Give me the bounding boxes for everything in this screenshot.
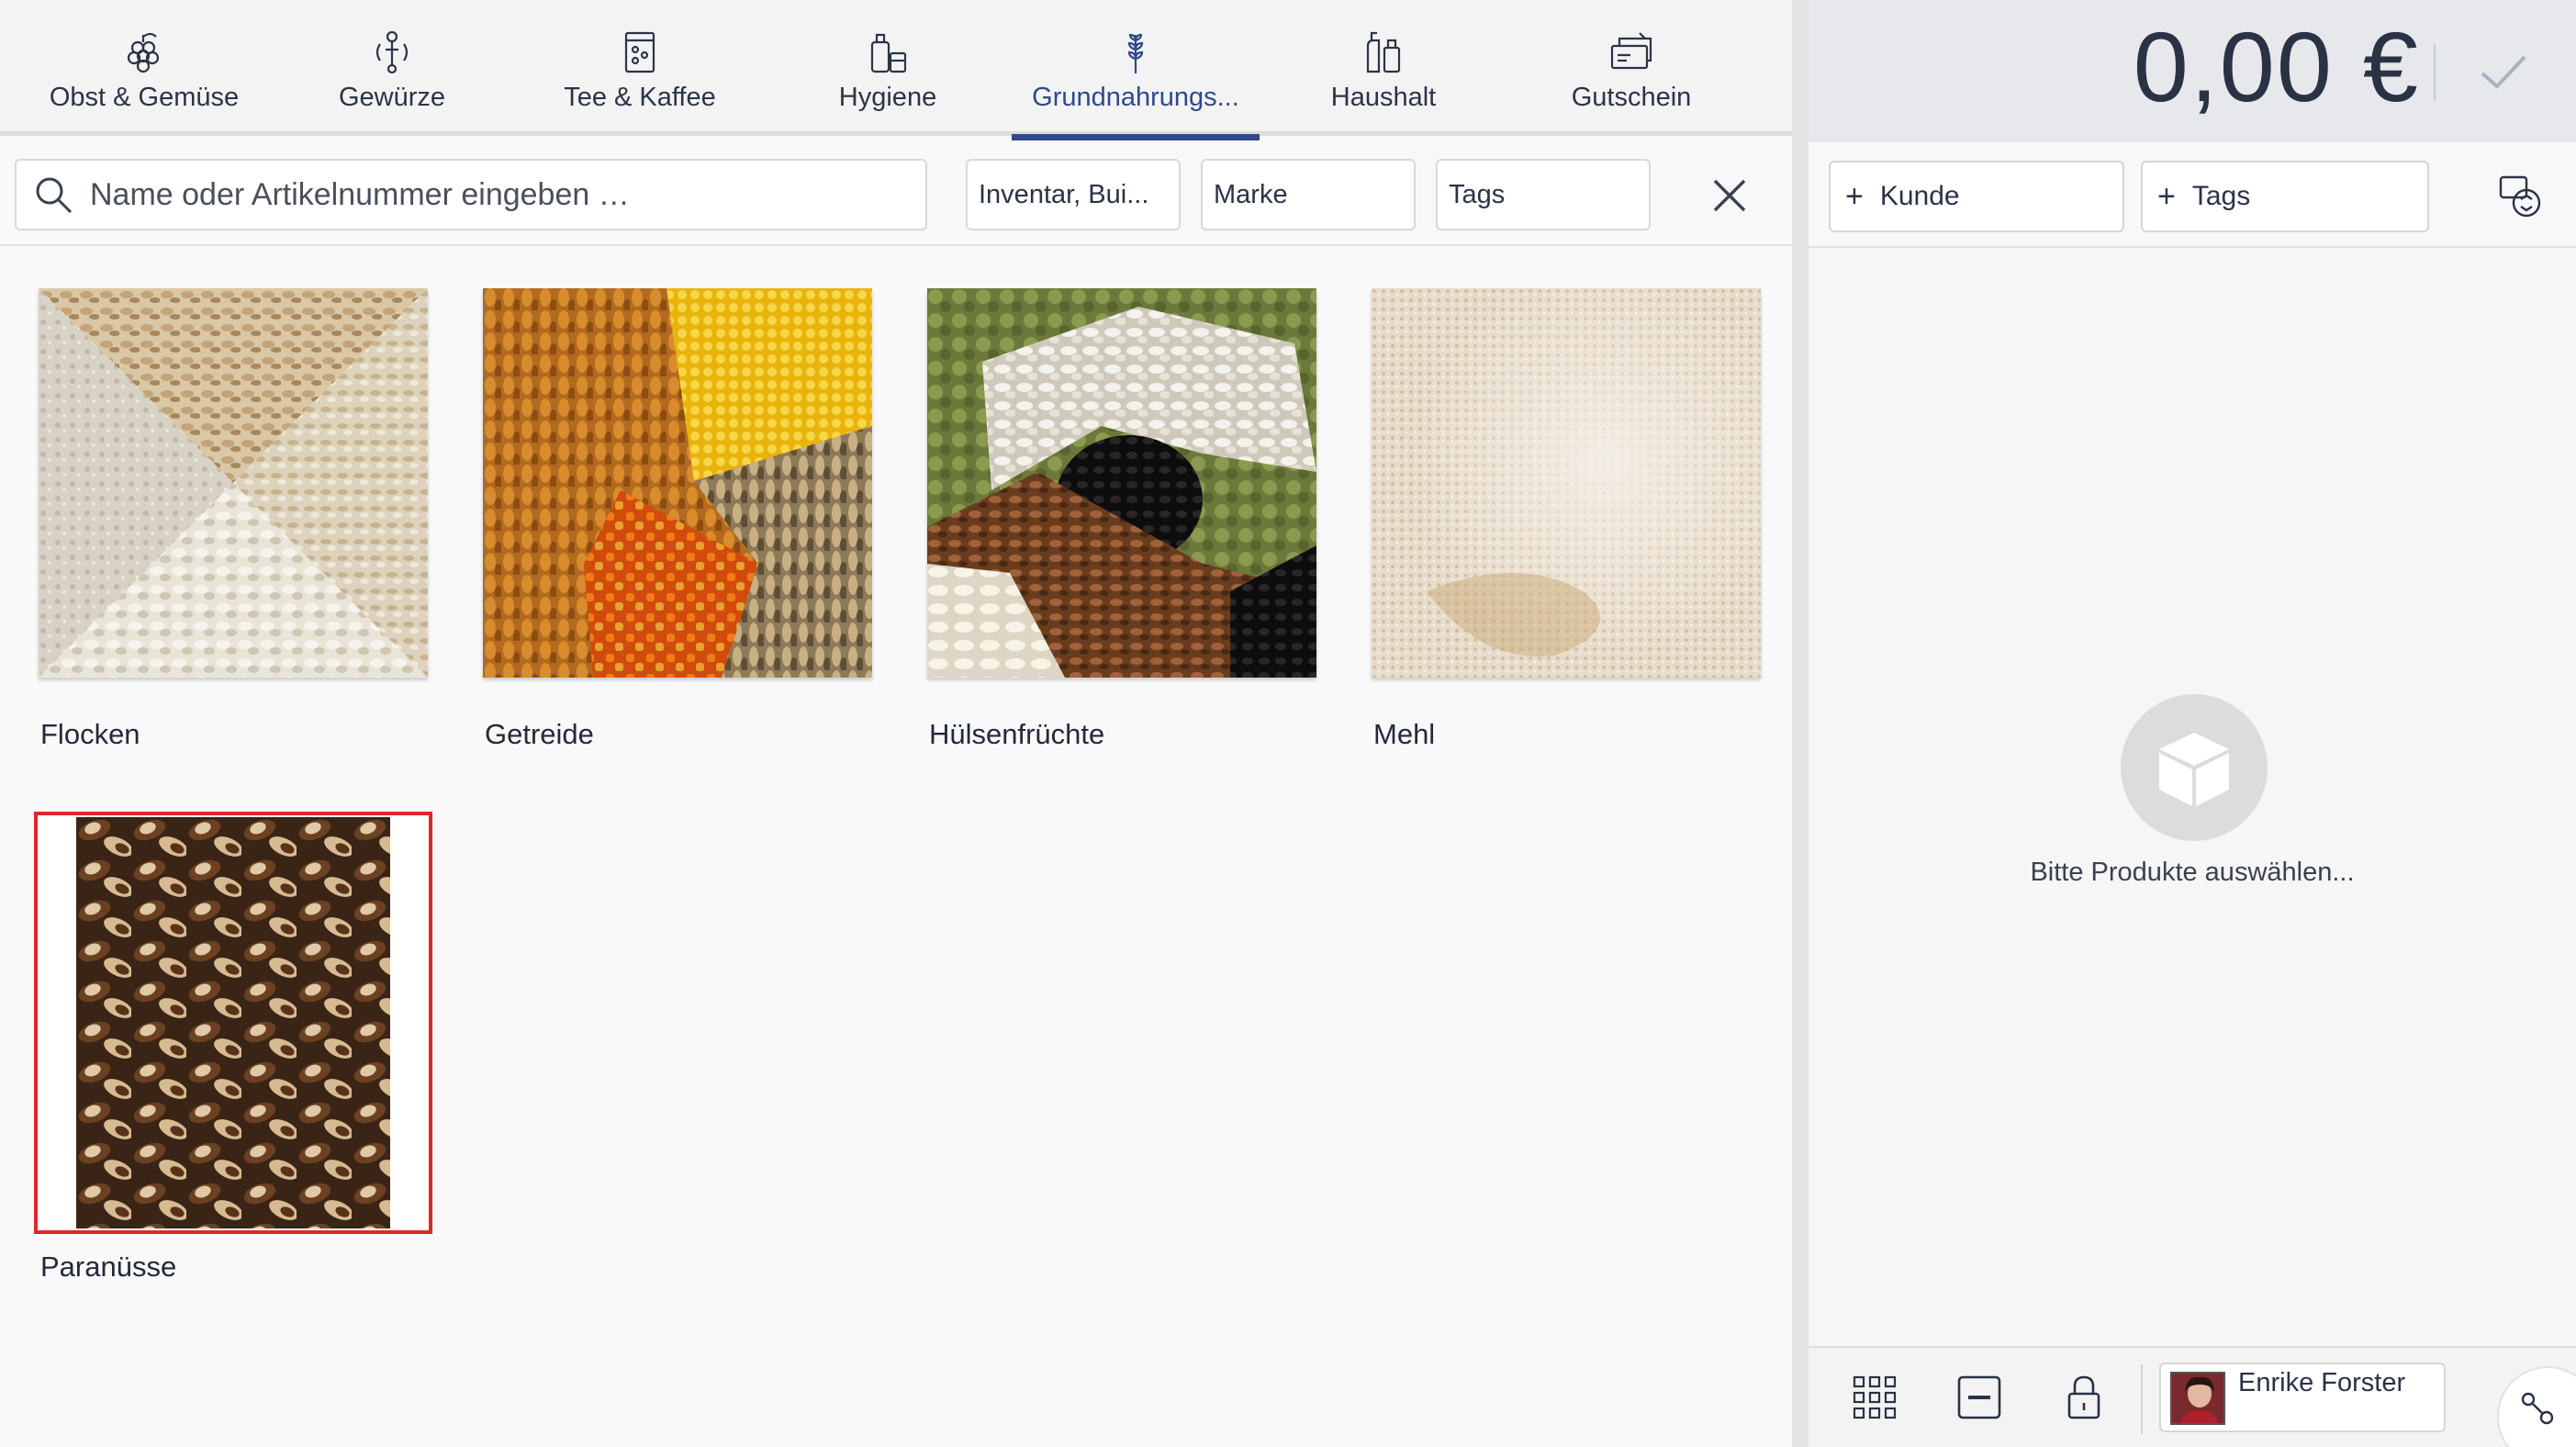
user-button[interactable]: Enrike Forster <box>2159 1363 2446 1432</box>
divider <box>2141 1364 2143 1434</box>
grapes-icon <box>127 32 160 73</box>
tab-tee-kaffee[interactable]: Tee & Kaffee <box>516 0 764 136</box>
cart-pane: 0,00 € + Kunde + Tags Bitte Produkte aus… <box>1809 0 2576 1447</box>
tab-label: Grundnahrungs... <box>1032 83 1239 112</box>
plus-icon: + <box>2157 178 2176 214</box>
add-tags-button[interactable]: + Tags <box>2141 161 2429 232</box>
checkmark-icon[interactable] <box>2475 44 2530 99</box>
brazil-nuts-image <box>76 817 390 1228</box>
box-icon <box>2159 733 2229 806</box>
tab-label: Gewürze <box>338 83 446 112</box>
tab-label: Gutschein <box>1571 83 1692 112</box>
tab-label: Obst & Gemüse <box>49 83 240 112</box>
cart-total: 0,00 € <box>2133 11 2420 122</box>
selection-highlight <box>34 812 432 1234</box>
search-icon <box>36 177 73 214</box>
tab-gutschein[interactable]: Gutschein <box>1507 0 1755 136</box>
search-box[interactable] <box>15 159 927 230</box>
tab-gewuerze[interactable]: Gewürze <box>268 0 516 136</box>
add-customer-label: Kunde <box>1879 181 1960 211</box>
inventory-filter[interactable]: Inventar, Bui... <box>966 159 1181 230</box>
search-input[interactable] <box>90 176 898 213</box>
inventory-filter-label: Inventar, Bui... <box>979 179 1149 209</box>
category-tabs: Obst & Gemüse Gewürze Tee & Kaffee Hygie… <box>0 0 1792 140</box>
grains-image <box>483 288 872 678</box>
tab-grundnahrungsmittel[interactable]: Grundnahrungs... <box>1012 0 1260 140</box>
user-name: Enrike Forster <box>2238 1368 2406 1397</box>
spices-icon <box>375 30 409 74</box>
empty-cart-illustration <box>2121 694 2268 841</box>
hygiene-icon <box>870 33 907 73</box>
grid-icon[interactable] <box>1849 1372 1900 1423</box>
tab-hygiene[interactable]: Hygiene <box>764 0 1012 136</box>
tab-obst-gemuese[interactable]: Obst & Gemüse <box>20 0 268 136</box>
tab-label: Hygiene <box>838 83 937 112</box>
minus-icon[interactable] <box>1954 1372 2005 1423</box>
divider <box>2434 44 2436 101</box>
add-tags-label: Tags <box>2191 181 2251 211</box>
swap-icon[interactable] <box>2495 172 2545 221</box>
legumes-image <box>927 288 1316 678</box>
household-icon <box>1366 31 1401 73</box>
product-name: Mehl <box>1373 718 1436 750</box>
product-name: Hülsenfrüchte <box>929 718 1105 750</box>
link-button[interactable] <box>2497 1366 2576 1447</box>
tea-coffee-icon <box>624 31 655 73</box>
plus-icon: + <box>1845 178 1864 214</box>
tags-filter[interactable]: Tags <box>1436 159 1651 230</box>
tab-haushalt[interactable]: Haushalt <box>1260 0 1507 136</box>
lock-icon[interactable] <box>2058 1372 2110 1423</box>
product-name: Getreide <box>485 718 594 750</box>
flour-image <box>1372 288 1761 678</box>
filter-toolbar: Inventar, Bui... Marke Tags <box>0 140 1792 246</box>
close-icon[interactable] <box>1709 175 1750 216</box>
cart-actions: + Kunde + Tags <box>1809 142 2576 248</box>
bottom-toolbar: Enrike Forster <box>1809 1346 2576 1447</box>
oat-flakes-image <box>39 288 428 678</box>
tab-label: Haushalt <box>1330 83 1437 112</box>
link-icon <box>2521 1392 2554 1425</box>
voucher-icon <box>1610 32 1652 70</box>
brand-filter[interactable]: Marke <box>1201 159 1416 230</box>
total-bar: 0,00 € <box>1809 0 2576 142</box>
wheat-icon <box>1127 33 1144 73</box>
pane-divider <box>1792 0 1809 1447</box>
product-name: Flocken <box>40 718 140 750</box>
tags-filter-label: Tags <box>1449 179 1506 209</box>
brand-filter-label: Marke <box>1214 179 1288 209</box>
add-customer-button[interactable]: + Kunde <box>1829 161 2124 232</box>
avatar <box>2170 1372 2225 1425</box>
product-name: Paranüsse <box>40 1251 177 1283</box>
product-pane: Obst & Gemüse Gewürze Tee & Kaffee Hygie… <box>0 0 1792 1447</box>
empty-cart-message: Bitte Produkte auswählen... <box>2030 858 2355 887</box>
tab-label: Tee & Kaffee <box>564 83 716 112</box>
